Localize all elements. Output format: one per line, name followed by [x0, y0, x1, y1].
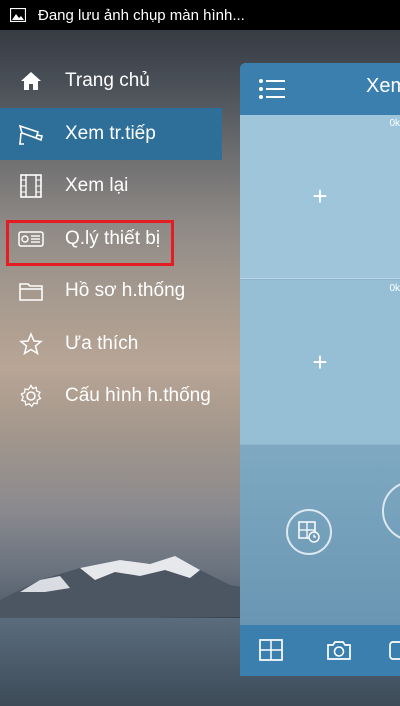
- menu-item-label: Trang chủ: [65, 70, 150, 92]
- cctv-camera-icon: [18, 121, 44, 147]
- menu-item-label: Hồ sơ h.thống: [65, 280, 186, 302]
- video-cell-2[interactable]: 0k +: [240, 280, 400, 444]
- ptz-joystick-button[interactable]: [382, 481, 400, 541]
- schedule-layout-button[interactable]: [286, 509, 332, 555]
- status-bar: Đang lưu ảnh chụp màn hình...: [0, 0, 400, 30]
- menu-item-favorites[interactable]: Ưa thích: [0, 318, 222, 371]
- control-area: [240, 445, 400, 625]
- record-icon[interactable]: [388, 638, 400, 662]
- star-icon: [18, 331, 44, 357]
- layout-clock-icon: [298, 521, 320, 543]
- menu-item-playback[interactable]: Xem lại: [0, 160, 222, 213]
- menu-item-label: Xem lại: [65, 175, 129, 197]
- menu-item-home[interactable]: Trang chủ: [0, 55, 222, 108]
- panel-title: Xem: [366, 75, 400, 97]
- highlight-annotation-box: [6, 220, 174, 266]
- bitrate-label: 0k: [389, 283, 400, 294]
- home-icon: [18, 68, 44, 94]
- add-camera-icon[interactable]: +: [312, 181, 327, 212]
- menu-item-label: Cấu hình h.thống: [65, 385, 211, 407]
- bottom-toolbar: [240, 625, 400, 676]
- video-cell-1[interactable]: 0k +: [240, 115, 400, 279]
- screenshot-image-icon: [10, 8, 26, 22]
- grid-layout-icon[interactable]: [258, 638, 284, 662]
- camera-snapshot-icon[interactable]: [326, 638, 352, 662]
- panel-header: Xem: [240, 63, 400, 115]
- menu-item-live-view[interactable]: Xem tr.tiếp: [0, 107, 222, 160]
- film-icon: [18, 173, 44, 199]
- live-view-panel: Xem 0k + 0k +: [240, 63, 400, 676]
- menu-item-system-config[interactable]: Cấu hình h.thống: [0, 370, 222, 423]
- menu-item-system-records[interactable]: Hồ sơ h.thống: [0, 265, 222, 318]
- bitrate-label: 0k: [389, 118, 400, 129]
- menu-item-label: Xem tr.tiếp: [65, 122, 156, 144]
- folder-icon: [18, 278, 44, 304]
- add-camera-icon[interactable]: +: [312, 347, 327, 378]
- hamburger-menu-icon[interactable]: [258, 78, 286, 100]
- status-text: Đang lưu ảnh chụp màn hình...: [38, 6, 245, 24]
- menu-item-label: Ưa thích: [65, 332, 139, 354]
- gear-icon: [18, 383, 44, 409]
